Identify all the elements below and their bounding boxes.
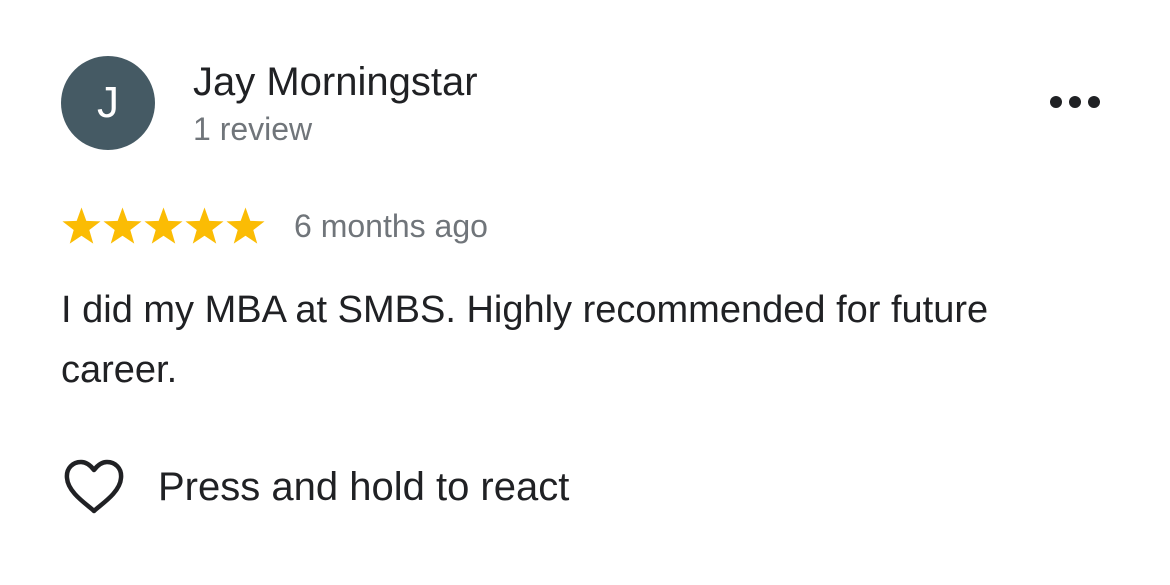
more-horizontal-icon — [1050, 96, 1100, 108]
review-timestamp: 6 months ago — [294, 208, 488, 244]
author-name[interactable]: Jay Morningstar — [193, 58, 478, 106]
react-label: Press and hold to react — [158, 465, 570, 509]
star-icon — [226, 207, 265, 244]
star-icon — [62, 207, 101, 244]
avatar[interactable]: J — [61, 56, 155, 150]
star-rating — [61, 206, 266, 247]
star-icon — [144, 207, 183, 244]
review-text: I did my MBA at SMBS. Highly recommended… — [61, 289, 989, 391]
star-icon — [185, 207, 224, 244]
review-card: J Jay Morningstar 1 review 6 months ago … — [0, 0, 1170, 585]
review-count: 1 review — [193, 111, 313, 147]
heart-outline-icon — [64, 459, 124, 514]
react-button[interactable]: Press and hold to react — [62, 456, 569, 518]
star-icon — [103, 207, 142, 244]
more-options-button[interactable] — [1040, 82, 1110, 122]
rating-row: 6 months ago — [61, 202, 488, 250]
